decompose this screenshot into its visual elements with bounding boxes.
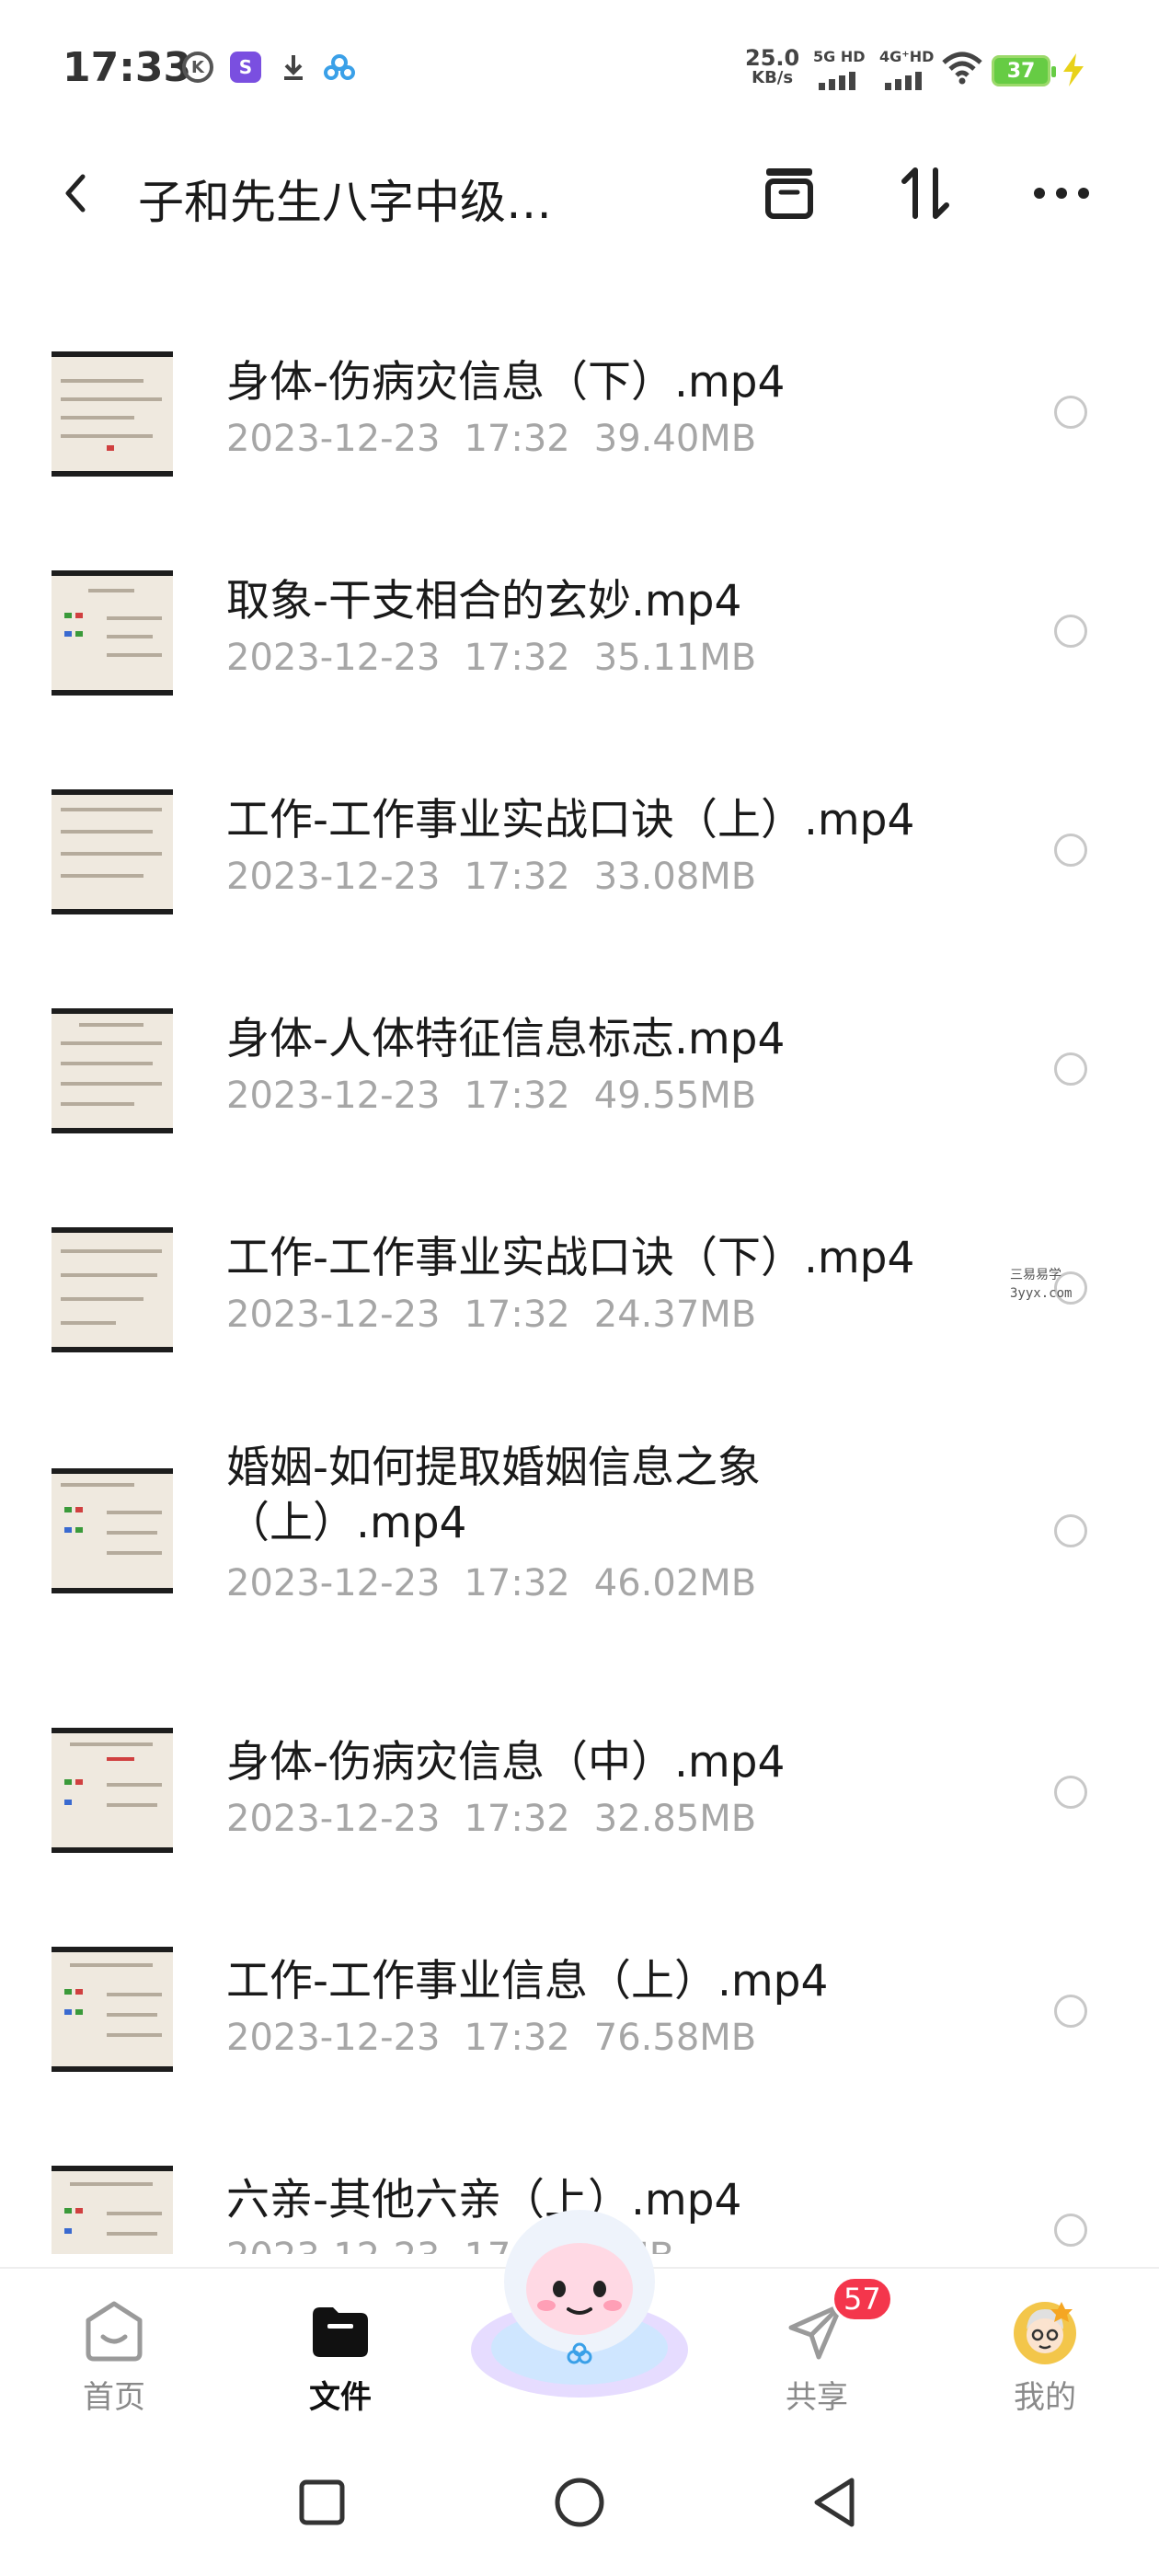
video-thumbnail [52, 789, 173, 914]
mascot-assistant-button[interactable] [460, 2193, 699, 2414]
select-radio[interactable] [1054, 1052, 1087, 1086]
file-name: 工作-工作事业实战口诀（下）.mp4 [226, 1233, 915, 1283]
back-button[interactable] [52, 166, 107, 221]
app-header: 子和先生八字中级… [0, 138, 1159, 248]
folder-icon [313, 2307, 368, 2357]
watermark: 三易易学 3yyx.com [1010, 1268, 1073, 1301]
file-row[interactable]: 身体-伤病灾信息（下）.mp4 2023-12-23 17:32 39.40MB [0, 304, 1159, 506]
video-thumbnail [52, 2166, 173, 2254]
video-thumbnail [52, 1947, 173, 2072]
select-radio[interactable] [1054, 1776, 1087, 1809]
file-name: 婚姻-如何提取婚姻信息之象（上）.mp4 [226, 1443, 761, 1548]
nav-back-icon [814, 2478, 855, 2527]
select-radio[interactable] [1054, 615, 1087, 648]
signal-sim1-icon: 5G HD [813, 48, 866, 90]
k-app-icon: K [182, 52, 213, 83]
tab-home[interactable]: 首页 [40, 2269, 188, 2434]
file-row[interactable]: 取象-干支相合的玄妙.mp4 2023-12-23 17:32 35.11MB [0, 523, 1159, 725]
battery-icon: 37 [992, 55, 1056, 86]
file-meta: 2023-12-23 17:32 49.55MB [226, 1075, 757, 1117]
video-thumbnail [52, 1227, 173, 1352]
more-dots-icon [1034, 188, 1089, 199]
wifi-icon [942, 52, 982, 88]
back-arrow-icon [65, 174, 86, 213]
file-meta: 2023-12-23 17:32 76.58MB [226, 2017, 757, 2059]
share-badge: 57 [832, 2276, 893, 2322]
tab-mine[interactable]: 我的 [971, 2269, 1119, 2434]
status-time: 17:33 [63, 44, 192, 91]
select-radio[interactable] [1054, 834, 1087, 867]
charging-bolt-icon [1058, 52, 1089, 88]
file-meta: 2023-12-23 17:32 35.11MB [226, 637, 757, 679]
home-icon [86, 2301, 143, 2362]
file-row[interactable]: 工作-工作事业实战口诀（上）.mp4 2023-12-23 17:32 33.08M… [0, 742, 1159, 944]
nav-home-icon [555, 2478, 604, 2527]
video-thumbnail [52, 1728, 173, 1853]
file-row[interactable]: 婚姻-如何提取婚姻信息之象（上）.mp4 2023-12-23 17:32 46.0… [0, 1398, 1159, 1671]
file-name: 取象-干支相合的玄妙.mp4 [226, 576, 742, 627]
file-list: 身体-伤病灾信息（下）.mp4 2023-12-23 17:32 39.40MB 取… [0, 304, 1159, 2254]
select-radio[interactable] [1054, 1514, 1087, 1547]
file-row[interactable]: 身体-伤病灾信息（中）.mp4 2023-12-23 17:32 32.85MB [0, 1687, 1159, 1890]
file-name: 身体-人体特征信息标志.mp4 [226, 1014, 786, 1064]
nav-recent-button[interactable] [289, 2469, 355, 2536]
signal-sim2-icon: 4G⁺HD [879, 48, 934, 90]
network-speed: 25.0 KB/s [745, 45, 800, 87]
more-button[interactable] [1028, 160, 1095, 226]
file-name: 身体-伤病灾信息（下）.mp4 [226, 357, 786, 408]
nav-recent-icon [299, 2479, 345, 2525]
tab-share[interactable]: 57 共享 [743, 2269, 893, 2434]
sort-icon [901, 167, 949, 219]
file-meta: 2023-12-23 17:32 24.37MB [226, 1294, 757, 1336]
avatar [1014, 2302, 1076, 2364]
tab-share-label: 共享 [786, 2379, 848, 2416]
file-row[interactable]: 工作-工作事业信息（上）.mp4 2023-12-23 17:32 76.58MB [0, 1906, 1159, 2109]
cloud-app-icon [324, 52, 355, 83]
nav-back-button[interactable] [804, 2469, 870, 2536]
select-radio[interactable] [1054, 396, 1087, 429]
file-name: 身体-伤病灾信息（中）.mp4 [226, 1737, 786, 1788]
file-name: 工作-工作事业信息（上）.mp4 [226, 1956, 829, 2007]
archive-box-icon [765, 168, 813, 219]
file-row[interactable]: 身体-人体特征信息标志.mp4 2023-12-23 17:32 49.55MB [0, 960, 1159, 1163]
archive-button[interactable] [756, 160, 822, 226]
app-notification-icon: S [230, 52, 261, 83]
status-bar: 17:33 K S 25.0 KB/s 5G HD 4G⁺HD 37 [0, 0, 1159, 138]
select-radio[interactable] [1054, 1995, 1087, 2028]
tab-mine-label: 我的 [1014, 2379, 1076, 2416]
tab-home-label: 首页 [83, 2379, 145, 2416]
file-meta: 2023-12-23 17:32 39.40MB [226, 418, 757, 460]
file-meta: 2023-12-23 17:32 46.02MB [226, 1562, 757, 1604]
system-navigation-bar [0, 2432, 1159, 2576]
sort-button[interactable] [892, 160, 958, 226]
file-row[interactable]: 工作-工作事业实战口诀（下）.mp4 2023-12-23 17:32 24.37M… [0, 1179, 1159, 1382]
video-thumbnail [52, 1008, 173, 1133]
page-title: 子和先生八字中级… [138, 176, 552, 229]
tab-files[interactable]: 文件 [267, 2269, 414, 2434]
video-thumbnail [52, 351, 173, 477]
select-radio[interactable] [1054, 2214, 1087, 2247]
nav-home-button[interactable] [546, 2469, 613, 2536]
file-name: 工作-工作事业实战口诀（上）.mp4 [226, 795, 915, 845]
file-meta: 2023-12-23 17:32 32.85MB [226, 1798, 757, 1840]
file-meta: 2023-12-23 17:32 33.08MB [226, 856, 757, 898]
mascot [471, 2210, 688, 2398]
download-icon [278, 52, 309, 83]
video-thumbnail [52, 1468, 173, 1593]
tab-files-label: 文件 [309, 2379, 372, 2416]
video-thumbnail [52, 570, 173, 696]
